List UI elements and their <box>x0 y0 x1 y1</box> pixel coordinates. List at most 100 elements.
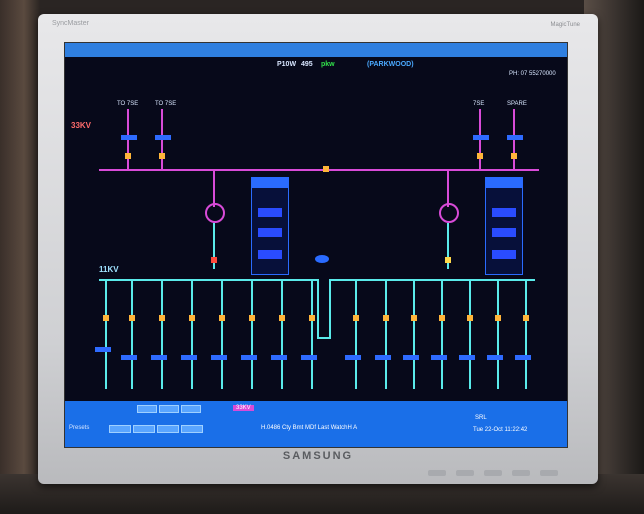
lv-breaker[interactable] <box>249 315 255 321</box>
window-titlebar <box>65 43 567 57</box>
monitor: SyncMaster MagicTune P10W 495 pkw (PARKW… <box>38 14 598 484</box>
lv-feeder-line <box>131 279 133 389</box>
footer-button[interactable] <box>157 425 179 433</box>
lv-breaker[interactable] <box>279 315 285 321</box>
lv-meter[interactable] <box>515 355 531 360</box>
monitor-model-label: SyncMaster <box>52 20 89 27</box>
footer-button[interactable] <box>181 425 203 433</box>
feeder-right-2: SPARE <box>507 101 527 107</box>
lv-meter[interactable] <box>301 355 317 360</box>
feeder-left-2: TO 7SE <box>155 101 177 107</box>
lv-breaker[interactable] <box>103 315 109 321</box>
footer-button[interactable] <box>133 425 155 433</box>
lv-breaker[interactable] <box>129 315 135 321</box>
monitor-brand: SAMSUNG <box>282 450 354 462</box>
station-name: (PARKWOOD) <box>367 61 414 68</box>
lv-feeder-line <box>469 279 471 389</box>
transformer-left-icon[interactable] <box>205 203 225 223</box>
transformer-left-panel[interactable] <box>251 177 289 275</box>
lv-meter[interactable] <box>459 355 475 360</box>
lv-feeder-line <box>497 279 499 389</box>
feeder-left-1-meter[interactable] <box>121 135 137 140</box>
bus-coupler-33kv[interactable] <box>323 166 329 172</box>
footer-datetime: Tue 22-Oct 11:22:42 <box>473 427 528 433</box>
status-chip[interactable] <box>181 405 201 413</box>
scada-screen: P10W 495 pkw (PARKWOOD) PH: 07 55270000 … <box>64 42 568 448</box>
tx-left-lv-breaker[interactable] <box>211 257 217 263</box>
lv-meter[interactable] <box>151 355 167 360</box>
tx-right-lv-breaker[interactable] <box>445 257 451 263</box>
feeder-right-1: 7SE <box>473 101 485 107</box>
lv-feeder-line <box>355 279 357 389</box>
status-bar: 33KV Presets H.0486 Cty Bmt MDf Last Wat… <box>65 401 567 447</box>
lv-meter[interactable] <box>271 355 287 360</box>
footer-button[interactable] <box>109 425 131 433</box>
header-phone: PH: 07 55270000 <box>509 71 556 77</box>
monitor-button[interactable] <box>484 470 502 476</box>
footer-presets[interactable]: Presets <box>69 425 89 431</box>
voltage-lv-label: 11KV <box>99 265 119 274</box>
lv-breaker[interactable] <box>411 315 417 321</box>
lv-meter[interactable] <box>211 355 227 360</box>
monitor-button[interactable] <box>456 470 474 476</box>
bus-section-link-a <box>317 279 319 339</box>
monitor-button[interactable] <box>512 470 530 476</box>
bus-11kv-right <box>329 279 535 281</box>
lv-breaker[interactable] <box>353 315 359 321</box>
lv-meter[interactable] <box>345 355 361 360</box>
monitor-button[interactable] <box>428 470 446 476</box>
lv-breaker[interactable] <box>495 315 501 321</box>
lv-feeder-line <box>161 279 163 389</box>
lv-meter[interactable] <box>375 355 391 360</box>
monitor-power-button[interactable] <box>540 470 558 476</box>
bus-tie-indicator[interactable] <box>315 255 329 263</box>
lv-feeder-line <box>281 279 283 389</box>
tx-right-hv-line <box>447 171 449 207</box>
feeder-left-2-breaker[interactable] <box>159 153 165 159</box>
status-voltage-badge[interactable]: 33KV <box>233 405 254 411</box>
lv-breaker[interactable] <box>383 315 389 321</box>
lv-breaker[interactable] <box>439 315 445 321</box>
lv-feeder-line <box>441 279 443 389</box>
scada-title-unit: pkw <box>321 61 335 68</box>
lv-feeder-line <box>413 279 415 389</box>
lv-feeder-line <box>311 279 313 389</box>
bus-section-link-b <box>329 279 331 339</box>
status-chip[interactable] <box>137 405 157 413</box>
lv-meter[interactable] <box>403 355 419 360</box>
feeder-right-1-breaker[interactable] <box>477 153 483 159</box>
feeder-left-1-breaker[interactable] <box>125 153 131 159</box>
lv-meter[interactable] <box>95 347 111 352</box>
lv-feeder-line <box>221 279 223 389</box>
monitor-buttons <box>428 470 558 476</box>
transformer-right-panel[interactable] <box>485 177 523 275</box>
feeder-right-1-meter[interactable] <box>473 135 489 140</box>
lv-feeder-line <box>105 279 107 389</box>
lv-breaker[interactable] <box>523 315 529 321</box>
feeder-right-2-meter[interactable] <box>507 135 523 140</box>
footer-right-top: SRL <box>475 415 487 421</box>
feeder-left-2-meter[interactable] <box>155 135 171 140</box>
status-chip[interactable] <box>159 405 179 413</box>
lv-meter[interactable] <box>487 355 503 360</box>
lv-meter[interactable] <box>431 355 447 360</box>
lv-feeder-line <box>191 279 193 389</box>
lv-meter[interactable] <box>241 355 257 360</box>
lv-meter[interactable] <box>121 355 137 360</box>
feeder-right-2-breaker[interactable] <box>511 153 517 159</box>
tx-left-hv-line <box>213 171 215 207</box>
scada-title-code: 495 <box>301 61 313 68</box>
transformer-right-icon[interactable] <box>439 203 459 223</box>
lv-breaker[interactable] <box>159 315 165 321</box>
lv-breaker[interactable] <box>189 315 195 321</box>
voltage-hv-label: 33KV <box>71 121 92 130</box>
lv-feeder-line <box>251 279 253 389</box>
bus-33kv <box>99 169 539 171</box>
lv-breaker[interactable] <box>219 315 225 321</box>
feeder-left-1: TO 7SE <box>117 101 139 107</box>
lv-breaker[interactable] <box>467 315 473 321</box>
scada-title: P10W <box>277 61 297 68</box>
lv-breaker[interactable] <box>309 315 315 321</box>
alarm-text: H.0486 Cty Bmt MDf Last WatchH A <box>261 425 358 431</box>
lv-meter[interactable] <box>181 355 197 360</box>
